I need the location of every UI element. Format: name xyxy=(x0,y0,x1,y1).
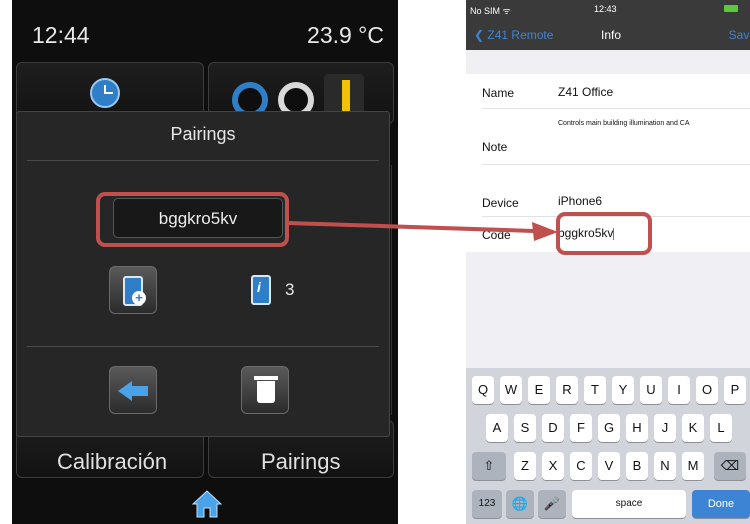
delete-button[interactable] xyxy=(241,366,289,414)
clock-icon xyxy=(90,78,120,108)
key-y[interactable]: Y xyxy=(612,376,634,404)
plus-icon: + xyxy=(132,291,146,305)
key-z[interactable]: Z xyxy=(514,452,536,480)
code-field-highlight-box xyxy=(556,212,652,255)
dialog-title: Pairings xyxy=(170,124,236,144)
microphone-icon: 🎤 xyxy=(543,496,561,511)
calibration-tile-label: Calibración xyxy=(57,449,168,474)
name-label: Name xyxy=(482,86,515,100)
backspace-key[interactable]: ⌫ xyxy=(714,452,746,480)
dictation-key[interactable]: 🎤 xyxy=(538,490,566,518)
globe-icon: 🌐 xyxy=(511,496,529,511)
key-c[interactable]: C xyxy=(570,452,592,480)
battery-icon xyxy=(724,5,738,12)
key-a[interactable]: A xyxy=(486,414,508,442)
temperature-readout: 23.9 °C xyxy=(307,22,384,48)
nav-bar: No SIM ᯤ 12:43 ❮ Z41 Remote Info Save xyxy=(466,0,750,50)
code-highlight-box xyxy=(96,192,289,247)
shift-icon: ⇧ xyxy=(483,458,495,473)
key-l[interactable]: L xyxy=(710,414,732,442)
paired-count: 3 xyxy=(285,280,295,299)
key-p[interactable]: P xyxy=(724,376,746,404)
shift-key[interactable]: ⇧ xyxy=(472,452,506,480)
key-m[interactable]: M xyxy=(682,452,704,480)
key-w[interactable]: W xyxy=(500,376,522,404)
carrier-label: No SIM ᯤ xyxy=(470,6,511,16)
numbers-key[interactable]: 123 xyxy=(472,490,502,518)
space-key[interactable]: space xyxy=(572,490,686,518)
key-s[interactable]: S xyxy=(514,414,536,442)
key-g[interactable]: G xyxy=(598,414,620,442)
add-device-button[interactable]: + xyxy=(109,266,157,314)
key-q[interactable]: Q xyxy=(472,376,494,404)
key-t[interactable]: T xyxy=(584,376,606,404)
key-j[interactable]: J xyxy=(654,414,676,442)
done-key[interactable]: Done xyxy=(692,490,750,518)
key-b[interactable]: B xyxy=(626,452,648,480)
note-label: Note xyxy=(482,140,508,154)
ios-keyboard: Q W E R T Y U I O P A S D F G H J K L ⇧ … xyxy=(466,368,750,524)
nav-title: Info xyxy=(600,28,621,42)
save-button[interactable]: Save xyxy=(729,28,750,42)
clock-time: 12:44 xyxy=(32,22,90,48)
key-i[interactable]: I xyxy=(668,376,690,404)
connector-arrow-icon xyxy=(288,221,558,241)
key-u[interactable]: U xyxy=(640,376,662,404)
key-k[interactable]: K xyxy=(682,414,704,442)
key-d[interactable]: D xyxy=(542,414,564,442)
device-field[interactable]: iPhone6 xyxy=(558,194,602,208)
trash-icon xyxy=(254,376,278,380)
key-f[interactable]: F xyxy=(570,414,592,442)
key-o[interactable]: O xyxy=(696,376,718,404)
backspace-icon: ⌫ xyxy=(720,458,740,473)
device-info-icon: i xyxy=(251,275,271,305)
status-time: 12:43 xyxy=(594,4,617,14)
key-r[interactable]: R xyxy=(556,376,578,404)
right-tile-edge xyxy=(391,165,398,415)
key-x[interactable]: X xyxy=(542,452,564,480)
back-button[interactable] xyxy=(109,366,157,414)
key-n[interactable]: N xyxy=(654,452,676,480)
device-label: Device xyxy=(482,196,519,210)
iphone-info-screen: No SIM ᯤ 12:43 ❮ Z41 Remote Info Save Na… xyxy=(466,0,750,524)
globe-key[interactable]: 🌐 xyxy=(506,490,534,518)
divider xyxy=(27,346,379,347)
home-icon[interactable] xyxy=(192,490,222,518)
key-v[interactable]: V xyxy=(598,452,620,480)
pairings-dialog: Pairings bggkro5kv + i 3 xyxy=(16,111,390,437)
name-field[interactable]: Z41 Office xyxy=(558,85,613,99)
key-e[interactable]: E xyxy=(528,376,550,404)
divider xyxy=(27,160,379,161)
pairings-tile-label: Pairings xyxy=(261,449,341,474)
key-h[interactable]: H xyxy=(626,414,648,442)
thermostat-screen: 12:44 23.9 °C Calibración Pairings Pairi… xyxy=(12,0,398,524)
note-field[interactable]: Controls main building illumination and … xyxy=(558,120,718,128)
